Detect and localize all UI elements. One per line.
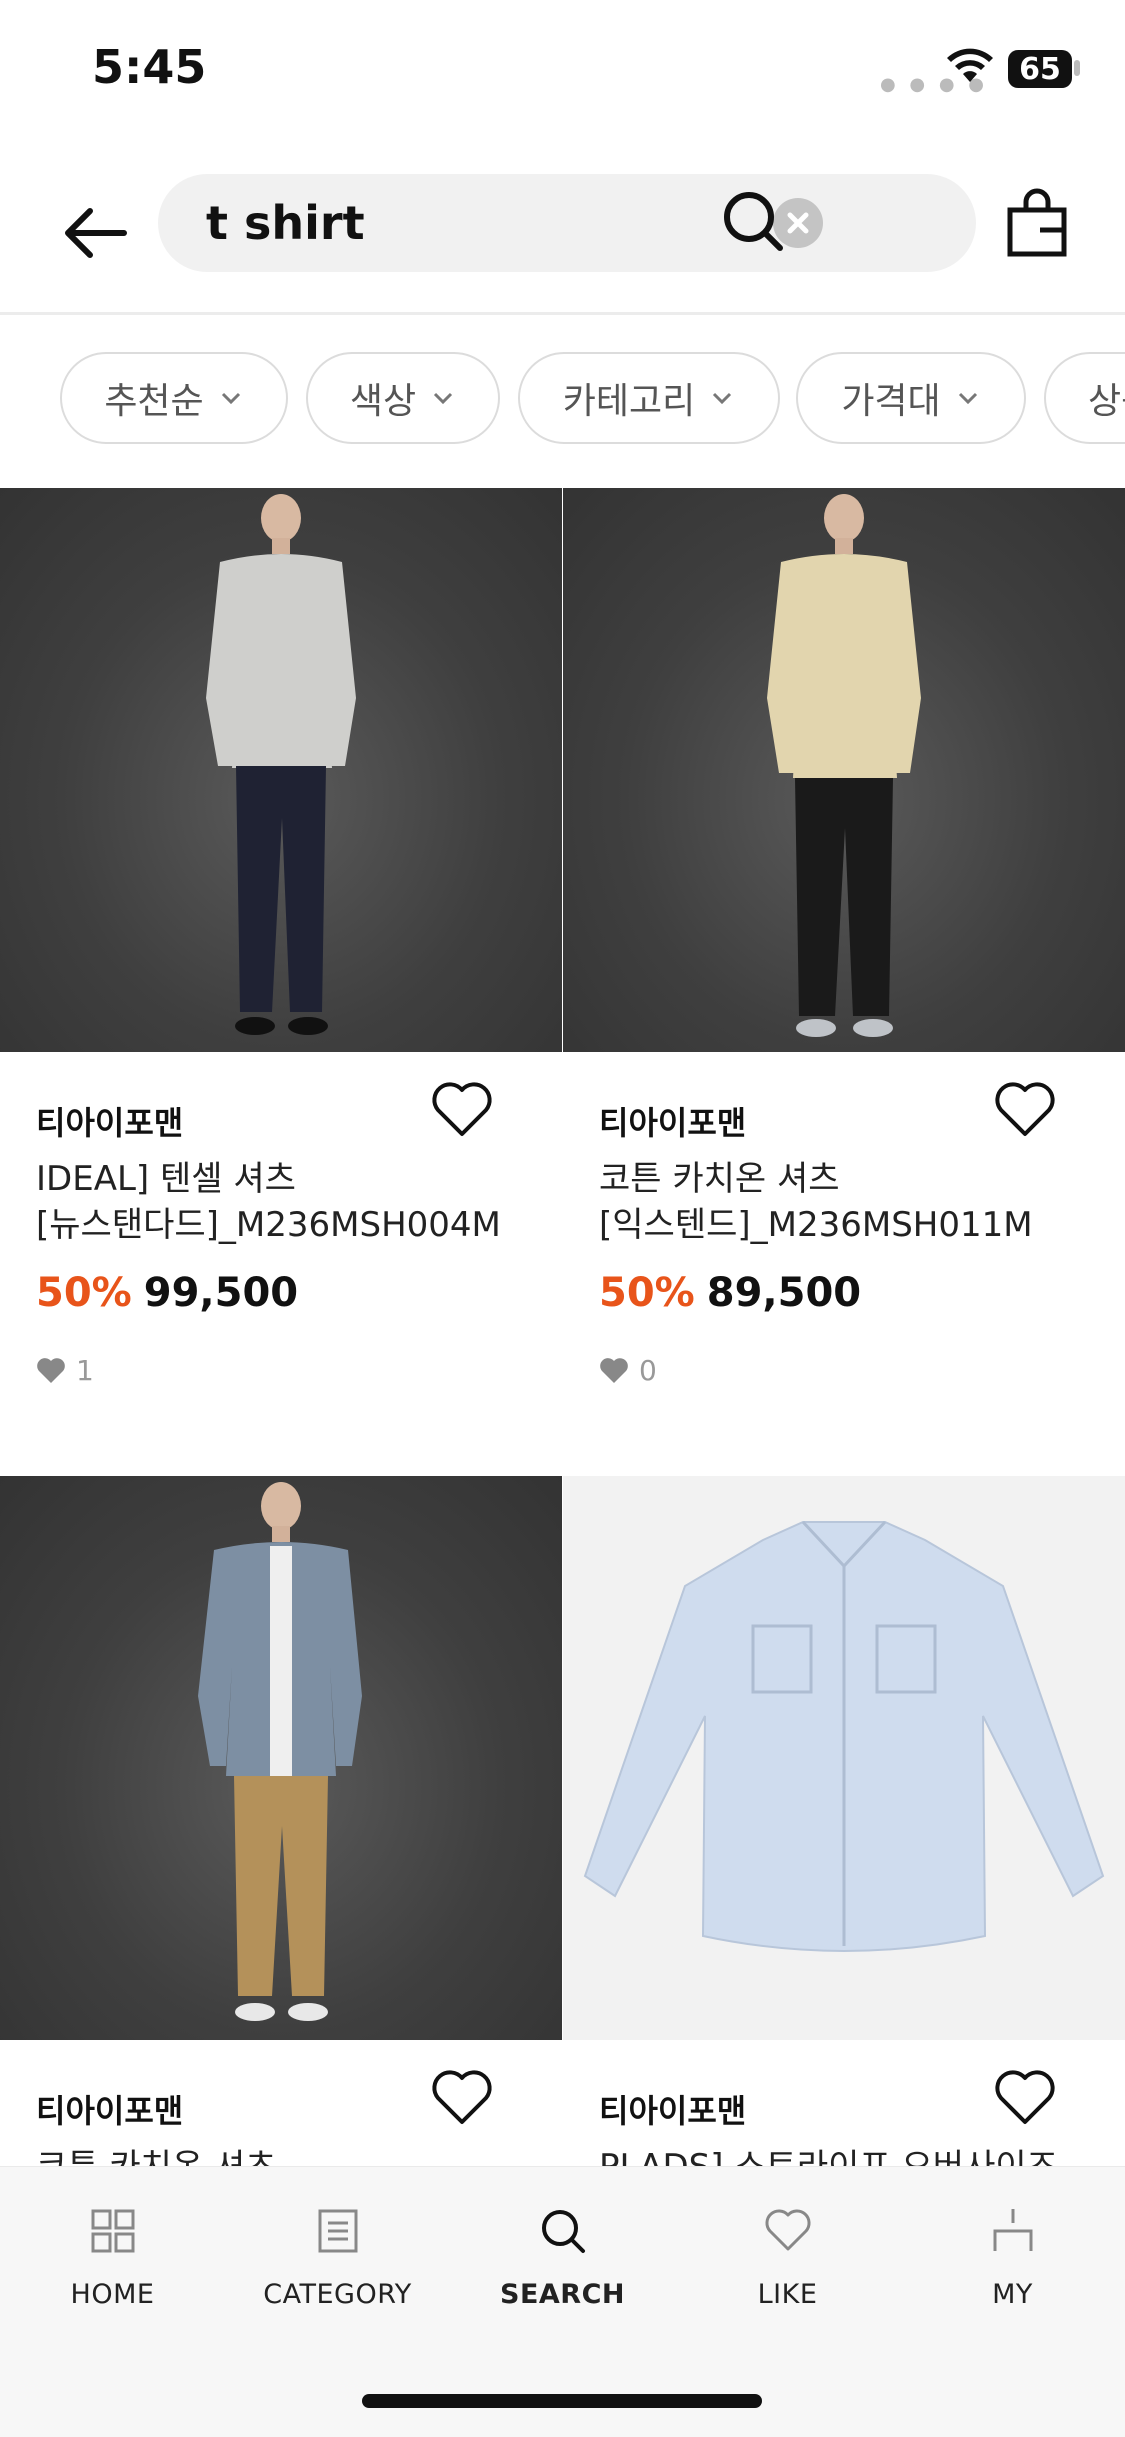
product-title[interactable]: PLADS] 스트라이프 오버사이즈 [599,2144,1109,2168]
search-box [158,174,976,272]
like-count-value: 0 [639,1354,657,1387]
status-time: 5:45 [92,40,207,94]
chevron-down-icon [434,392,453,405]
heart-filled-icon [37,1357,65,1383]
wifi-icon [947,48,993,82]
price-value: 89,500 [706,1270,862,1316]
product-title-line: IDEAL] 텐셀 셔츠 [36,1159,296,1199]
tab-label: HOME [70,2279,155,2310]
heart-icon[interactable] [430,1080,494,1140]
product-price: 50% 89,500 [599,1270,861,1316]
product-title[interactable]: IDEAL] 텐셀 셔츠 [뉴스탠다드]_M236MSH004M [36,1156,546,1248]
like-count-value: 1 [76,1354,94,1387]
battery-level: 65 [1019,51,1061,87]
grid-icon [91,2209,134,2253]
heart-icon[interactable] [993,1080,1057,1140]
back-arrow-icon[interactable] [58,195,134,271]
battery-icon: 65 [1008,50,1072,88]
chip-label: 상품 [1088,381,1125,422]
heart-icon[interactable] [993,2068,1057,2128]
chip-label: 카테고리 [562,381,696,422]
discount-rate: 50% [36,1270,132,1316]
like-count: 0 [599,1354,657,1387]
product-image[interactable] [563,488,1125,1052]
product-price: 50% 99,500 [36,1270,298,1316]
filter-product-chip[interactable]: 상품 [1044,352,1125,444]
product-image[interactable] [0,1476,562,2040]
product-card[interactable]: 티아이포맨 IDEAL] 텐셀 셔츠 [뉴스탠다드]_M236MSH004M 5… [0,488,562,1468]
product-title[interactable]: 코튼 카치온 셔츠 [36,2144,546,2168]
discount-rate: 50% [599,1270,695,1316]
search-icon[interactable] [720,188,786,254]
battery-tip [1074,60,1080,76]
chevron-down-icon [958,392,977,405]
tab-search[interactable]: SEARCH [450,2205,675,2345]
like-count: 1 [36,1354,94,1387]
filter-sort-chip[interactable]: 추천순 [60,352,288,444]
status-bar: 5:45 ● ● ● ● 65 [0,0,1125,140]
shirt-illustration [583,1520,1105,1952]
product-card[interactable]: 티아이포맨 코튼 카치온 셔츠 [익스텐드]_M236MSH011M 50% 89… [563,488,1125,1468]
shopping-bag-icon[interactable] [1004,188,1070,258]
product-title-line: PLADS] 스트라이프 오버사이즈 [599,2147,1058,2168]
model-illustration [206,494,356,1035]
filter-chips: 추천순 색상 카테고리 가격대 상품 [0,352,1125,452]
tab-home[interactable]: HOME [0,2205,225,2345]
filter-price-chip[interactable]: 가격대 [796,352,1026,444]
person-icon [993,2209,1032,2251]
product-brand: 티아이포맨 [599,2092,747,2130]
tab-my[interactable]: MY [900,2205,1125,2345]
product-title-line: 코튼 카치온 셔츠 [599,1159,840,1199]
filter-category-chip[interactable]: 카테고리 [518,352,780,444]
product-brand: 티아이포맨 [36,1104,184,1142]
chip-label: 추천순 [104,381,204,422]
chip-label: 색상 [349,381,417,422]
model-illustration [767,494,921,1037]
chevron-down-icon [221,392,240,405]
home-indicator [362,2394,762,2408]
product-grid: 티아이포맨 IDEAL] 텐셀 셔츠 [뉴스탠다드]_M236MSH004M 5… [0,488,1125,2168]
filter-color-chip[interactable]: 색상 [306,352,500,444]
heart-icon [764,2209,811,2251]
tab-label: LIKE [757,2279,818,2310]
search-header [0,170,1125,310]
product-card[interactable]: 티아이포맨 코튼 카치온 셔츠 [0,1476,562,2168]
price-value: 99,500 [143,1270,299,1316]
chip-label: 가격대 [841,381,941,422]
product-brand: 티아이포맨 [36,2092,184,2130]
search-icon [541,2210,585,2253]
heart-icon[interactable] [430,2068,494,2128]
product-image[interactable] [0,488,562,1052]
product-title-line: 코튼 카치온 셔츠 [36,2147,277,2168]
header-divider [0,312,1125,315]
product-card[interactable]: 티아이포맨 PLADS] 스트라이프 오버사이즈 [563,1476,1125,2168]
product-brand: 티아이포맨 [599,1104,747,1142]
tab-label: CATEGORY [263,2279,412,2310]
search-input[interactable] [206,174,766,272]
tab-like[interactable]: LIKE [675,2205,900,2345]
model-illustration [198,1482,362,2021]
tab-category[interactable]: CATEGORY [225,2205,450,2345]
product-title-line: [익스텐드]_M236MSH011M [599,1205,1033,1245]
tab-label: SEARCH [500,2279,625,2310]
product-title[interactable]: 코튼 카치온 셔츠 [익스텐드]_M236MSH011M [599,1156,1109,1248]
product-title-line: [뉴스탠다드]_M236MSH004M [36,1205,501,1245]
chevron-down-icon [713,392,732,405]
product-image[interactable] [563,1476,1125,2040]
tab-label: MY [992,2279,1033,2310]
list-icon [318,2209,357,2253]
heart-filled-icon [600,1357,628,1383]
